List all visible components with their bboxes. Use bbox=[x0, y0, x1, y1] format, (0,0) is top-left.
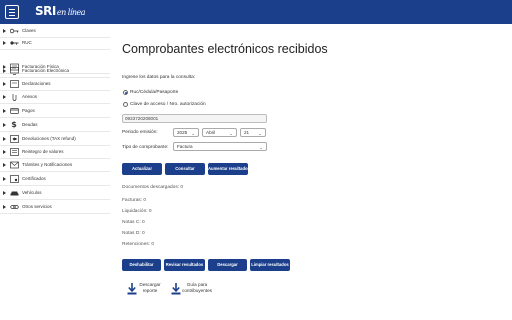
sidebar-item-label: Reintegro de valores bbox=[22, 149, 64, 154]
sidebar-item-label: Otros servicios bbox=[22, 204, 52, 209]
radio-ruc[interactable] bbox=[123, 90, 128, 95]
radio-clave-acceso[interactable] bbox=[123, 102, 128, 107]
page-title: Comprobantes electrónicos recibidos bbox=[122, 42, 328, 56]
tipo-comprobante-select[interactable]: Factura ⌄ bbox=[173, 142, 267, 151]
sidebar-item-devoluciones[interactable]: Devoluciones (TAX refund) bbox=[0, 132, 110, 146]
guia-contribuyentes-link[interactable]: Guía para contribuyentes bbox=[181, 282, 213, 293]
revisar-resultados-button[interactable]: Revisar resultados bbox=[164, 259, 205, 271]
instruction-text: Ingrese los datos para la consulta: bbox=[122, 75, 196, 80]
chevron-down-icon: ⌄ bbox=[191, 131, 195, 136]
sidebar-item-label: Certificados bbox=[22, 176, 46, 181]
sidebar-item-label: Trámites y Notificaciones bbox=[22, 162, 73, 167]
sidebar-item-label: Anexos bbox=[22, 94, 38, 99]
notas-c-count: Notas C: 0 bbox=[122, 220, 145, 225]
dollar-icon: $ bbox=[11, 120, 17, 129]
reimburse-icon bbox=[9, 147, 19, 156]
sidebar-item-label: Claves bbox=[22, 28, 36, 33]
top-bar: SRIen línea bbox=[0, 0, 512, 24]
download-icon[interactable] bbox=[171, 282, 181, 295]
year-select[interactable]: 2025 ⌄ bbox=[173, 128, 199, 137]
caret-right-icon bbox=[3, 149, 6, 154]
caret-right-icon bbox=[3, 68, 6, 73]
documentos-descargados: Documentos descargados: 0 bbox=[122, 185, 184, 190]
liquidacion-count: Liquidación: 0 bbox=[122, 209, 152, 214]
sri-logo[interactable]: SRIen línea bbox=[35, 4, 86, 18]
aumentar-resultados-button[interactable]: Aumentar resultados bbox=[208, 163, 250, 175]
invoice-electronic-icon bbox=[9, 66, 19, 75]
sidebar-item-facturacion-electronica[interactable]: Facturación Electrónica bbox=[0, 64, 110, 78]
sidebar-item-otros[interactable]: Otros servicios bbox=[0, 200, 110, 214]
day-select[interactable]: 21 ⌄ bbox=[240, 128, 266, 137]
consultar-button[interactable]: Consultar bbox=[165, 163, 205, 175]
key-icon bbox=[9, 26, 19, 35]
sidebar: Claves RUC Facturación Física Facturació… bbox=[0, 24, 110, 320]
limpiar-resultados-button[interactable]: Limpiar resultados bbox=[250, 259, 290, 271]
tipo-label: Tipo de comprobante: bbox=[122, 145, 169, 150]
sidebar-item-label: Facturación Electrónica bbox=[22, 68, 70, 73]
sidebar-item-deudas[interactable]: $ Deudas bbox=[0, 118, 110, 132]
sidebar-item-label: Pagos bbox=[22, 108, 35, 113]
caret-right-icon bbox=[3, 162, 6, 167]
sidebar-item-ruc[interactable]: RUC bbox=[0, 36, 110, 50]
caret-right-icon bbox=[3, 176, 6, 181]
sidebar-item-label: Deudas bbox=[22, 122, 38, 127]
sidebar-item-declaraciones[interactable]: Declaraciones bbox=[0, 77, 110, 91]
retenciones-count: Retenciones: 0 bbox=[122, 242, 154, 247]
caret-right-icon bbox=[3, 204, 6, 209]
menu-icon[interactable] bbox=[5, 5, 19, 19]
payment-icon bbox=[9, 106, 19, 115]
sidebar-item-label: Devoluciones (TAX refund) bbox=[22, 136, 76, 141]
procedures-icon bbox=[9, 160, 19, 169]
caret-right-icon bbox=[3, 81, 6, 86]
sidebar-item-label: Vehículos bbox=[22, 190, 42, 195]
radio-ruc-label: Ruc/Cédula/Pasaporte bbox=[130, 90, 179, 95]
caret-right-icon bbox=[3, 28, 6, 33]
certificate-icon bbox=[9, 174, 19, 183]
refund-icon bbox=[9, 134, 19, 143]
sidebar-item-label: Declaraciones bbox=[22, 81, 51, 86]
sidebar-item-certificados[interactable]: Certificados bbox=[0, 172, 110, 186]
sidebar-item-tramites[interactable]: Trámites y Notificaciones bbox=[0, 158, 110, 172]
caret-right-icon bbox=[3, 94, 6, 99]
attachment-icon bbox=[9, 92, 19, 101]
deshabilitar-button[interactable]: Deshabilitar bbox=[122, 259, 161, 271]
descargar-button[interactable]: Descargar bbox=[208, 259, 247, 271]
caret-right-icon bbox=[3, 40, 6, 45]
sidebar-item-label: RUC bbox=[22, 40, 32, 45]
car-icon bbox=[9, 188, 19, 197]
periodo-label: Periodo emisión: bbox=[122, 130, 158, 135]
document-icon bbox=[9, 79, 19, 88]
caret-right-icon bbox=[3, 190, 6, 195]
descargar-reporte-link[interactable]: Descargar reporte bbox=[136, 282, 164, 293]
chevron-down-icon: ⌄ bbox=[229, 131, 233, 136]
sidebar-item-anexos[interactable]: Anexos bbox=[0, 90, 110, 104]
sidebar-item-vehiculos[interactable]: Vehículos bbox=[0, 186, 110, 200]
caret-right-icon bbox=[3, 122, 6, 127]
notas-d-count: Notas D: 0 bbox=[122, 231, 145, 236]
facturas-count: Facturas: 0 bbox=[122, 198, 146, 203]
sidebar-item-pagos[interactable]: Pagos bbox=[0, 104, 110, 118]
month-select[interactable]: Abril ⌄ bbox=[202, 128, 237, 137]
sidebar-item-reintegro[interactable]: Reintegro de valores bbox=[0, 145, 110, 159]
ruc-field[interactable]: 0923720208001 bbox=[122, 114, 267, 123]
key-alt-icon bbox=[9, 38, 19, 47]
chevron-down-icon: ⌄ bbox=[259, 145, 263, 150]
chevron-down-icon: ⌄ bbox=[258, 131, 262, 136]
radio-clave-label: Clave de acceso / Nro. autorización bbox=[130, 102, 206, 107]
caret-right-icon bbox=[3, 108, 6, 113]
caret-right-icon bbox=[3, 136, 6, 141]
link-icon bbox=[9, 202, 19, 211]
actualizar-button[interactable]: Actualizar bbox=[122, 163, 162, 175]
